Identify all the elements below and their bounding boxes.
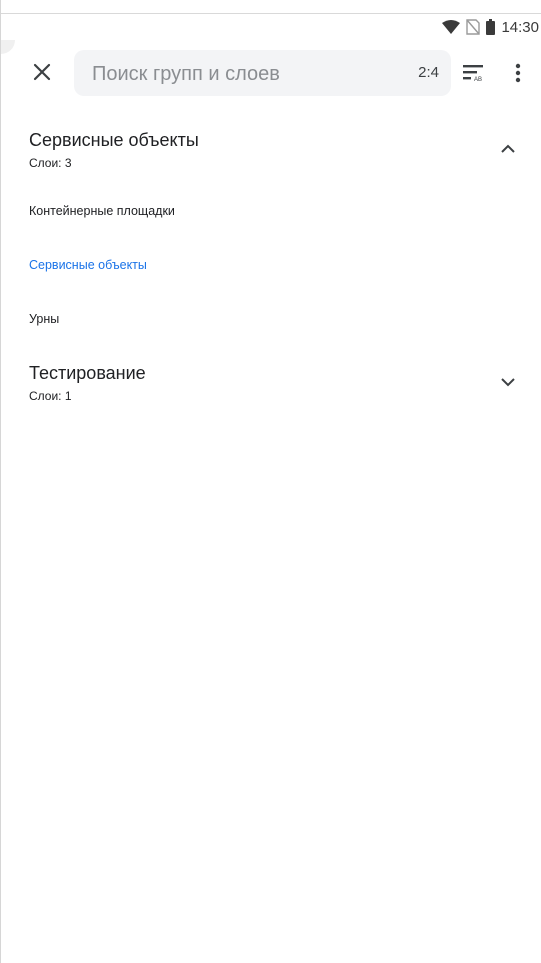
more-options-button[interactable] bbox=[504, 58, 532, 88]
no-sim-icon bbox=[466, 19, 481, 35]
search-counter: 2:4 bbox=[418, 64, 439, 81]
layer-item-bins[interactable]: Урны bbox=[1, 300, 541, 340]
svg-text:AB: AB bbox=[474, 77, 482, 83]
search-input[interactable] bbox=[90, 50, 394, 98]
sort-button[interactable]: AB bbox=[459, 58, 489, 88]
layer-item-containers[interactable]: Контейнерные площадки bbox=[1, 192, 541, 232]
battery-icon bbox=[486, 19, 496, 35]
search-toolbar: 2:4 AB bbox=[1, 50, 541, 98]
search-box: 2:4 bbox=[74, 50, 451, 98]
status-bar: 14:30 bbox=[1, 14, 541, 40]
group-layer-count: Слои: 1 bbox=[29, 389, 72, 403]
group-title: Сервисные объекты bbox=[29, 130, 199, 150]
group-layer-count: Слои: 3 bbox=[29, 156, 72, 170]
close-button[interactable] bbox=[25, 55, 59, 89]
group-title: Тестирование bbox=[29, 363, 146, 383]
layer-item-service-objects-active[interactable]: Сервисные объекты bbox=[1, 246, 541, 286]
status-time: 14:30 bbox=[501, 18, 539, 36]
chevron-down-icon[interactable] bbox=[499, 373, 517, 391]
layer-label: Сервисные объекты bbox=[29, 258, 147, 272]
group-header-testing[interactable]: Тестирование Слои: 1 bbox=[1, 363, 541, 419]
close-icon bbox=[33, 63, 51, 81]
sort-alpha-icon: AB bbox=[463, 65, 483, 83]
group-header-service-objects[interactable]: Сервисные объекты Слои: 3 bbox=[1, 130, 541, 186]
layer-label: Контейнерные площадки bbox=[29, 204, 175, 218]
wifi-icon bbox=[442, 20, 461, 34]
layer-label: Урны bbox=[29, 312, 60, 326]
more-vert-icon bbox=[515, 63, 521, 83]
chevron-up-icon[interactable] bbox=[499, 140, 517, 158]
app-screen: 14:30 2:4 AB bbox=[0, 0, 541, 963]
